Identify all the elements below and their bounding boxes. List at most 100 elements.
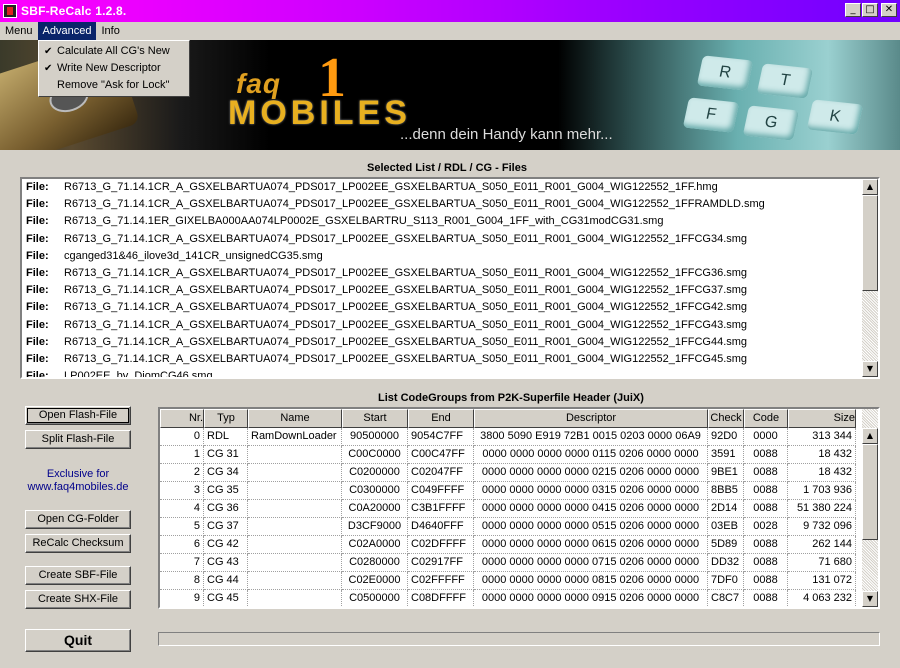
exclusive-link[interactable]: www.faq4mobiles.de [20, 481, 136, 494]
table-row[interactable]: 3 CG 35 C0300000 C049FFFF 0000 0000 0000 000… [160, 482, 856, 500]
file-row[interactable]: File: R6713_G_71.14.1CR_A_GSXELBARTUA074_… [22, 265, 878, 282]
cell-nr: 4 [160, 500, 204, 518]
column-header-nr[interactable]: Nr. [160, 409, 204, 428]
cell-size: 9 732 096 [788, 518, 856, 536]
menu-item-remove-ask-lock[interactable]: Remove "Ask for Lock" [39, 77, 189, 94]
menu-info[interactable]: Info [96, 22, 124, 40]
cell-descriptor: 0000 0000 0000 0000 0415 0206 0000 0000 [474, 500, 708, 518]
cell-nr: 9 [160, 590, 204, 607]
close-button[interactable]: ✕ [881, 3, 897, 17]
file-label: File: [26, 181, 49, 193]
cell-code: 0088 [744, 482, 788, 500]
cell-nr: 7 [160, 554, 204, 572]
codegroups-table[interactable]: Nr. Typ Name Start End Descriptor Check Code Siz… [158, 407, 880, 609]
scroll-thumb[interactable] [862, 444, 878, 540]
open-cg-folder-button[interactable]: Open CG-Folder [25, 510, 131, 529]
table-row[interactable]: 6 CG 42 C02A0000 C02DFFFF 0000 0000 0000 000… [160, 536, 856, 554]
banner-slogan: ...denn dein Handy kann mehr... [400, 126, 613, 143]
file-row[interactable]: File: R6713_G_71.14.1ER_GIXELBA000AA074LP… [22, 213, 878, 230]
file-list-scrollbar[interactable]: ▲ ▼ [862, 179, 878, 377]
file-label: File: [26, 232, 49, 245]
menu-item-calculate-all[interactable]: ✔ Calculate All CG's New [39, 43, 189, 60]
cell-check: 9BE1 [708, 464, 744, 482]
file-row[interactable]: File: R6713_G_71.14.1CR_A_GSXELBARTUA074_… [22, 334, 878, 351]
open-flash-file-button[interactable]: Open Flash-File [25, 406, 131, 425]
cell-name [248, 554, 342, 572]
column-header-name[interactable]: Name [248, 409, 342, 428]
column-header-typ[interactable]: Typ [204, 409, 248, 428]
file-name: R6713_G_71.14.1CR_A_GSXELBARTUA074_PDS01… [64, 266, 748, 279]
file-label: File: [26, 249, 49, 262]
column-header-code[interactable]: Code [744, 409, 788, 428]
cell-check: 03EB [708, 518, 744, 536]
table-scrollbar[interactable]: ▲ ▼ [862, 409, 878, 607]
cell-descriptor: 0000 0000 0000 0000 0515 0206 0000 0000 [474, 518, 708, 536]
cell-check: 7DF0 [708, 572, 744, 590]
cell-typ: CG 37 [204, 518, 248, 536]
cell-check: 2D14 [708, 500, 744, 518]
menu-item-label: Remove "Ask for Lock" [57, 79, 170, 91]
scroll-up-button[interactable]: ▲ [862, 428, 878, 444]
file-list[interactable]: File: R6713_G_71.14.1CR_A_GSXELBARTUA074_… [20, 177, 880, 379]
column-header-check[interactable]: Check [708, 409, 744, 428]
create-shx-file-button[interactable]: Create SHX-File [25, 590, 131, 609]
file-row[interactable]: File: R6713_G_71.14.1CR_A_GSXELBARTUA074_… [22, 299, 878, 316]
column-header-start[interactable]: Start [342, 409, 408, 428]
scroll-down-button[interactable]: ▼ [862, 591, 878, 607]
cell-code: 0028 [744, 518, 788, 536]
app-icon[interactable] [3, 4, 17, 18]
menu-advanced[interactable]: Advanced [37, 22, 97, 40]
column-header-descriptor[interactable]: Descriptor [474, 409, 708, 428]
scroll-up-button[interactable]: ▲ [862, 179, 878, 195]
scroll-thumb[interactable] [862, 195, 878, 291]
quit-button[interactable]: Quit [25, 629, 131, 652]
table-row[interactable]: 1 CG 31 C00C0000 C00C47FF 0000 0000 0000 000… [160, 446, 856, 464]
file-label: File: [26, 284, 49, 297]
cell-size: 262 144 [788, 536, 856, 554]
table-row[interactable]: 9 CG 45 C0500000 C08DFFFF 0000 0000 0000 000… [160, 590, 856, 607]
cell-code: 0088 [744, 590, 788, 607]
maximize-button[interactable]: □ [862, 3, 878, 17]
table-row[interactable]: 5 CG 37 D3CF9000 D4640FFF 0000 0000 0000 000… [160, 518, 856, 536]
table-row[interactable]: 8 CG 44 C02E0000 C02FFFFF 0000 0000 0000 000… [160, 572, 856, 590]
cell-start: C0200000 [342, 464, 408, 482]
file-row[interactable]: File: R6713_G_71.14.1CR_A_GSXELBARTUA074_… [22, 231, 878, 248]
file-row[interactable]: File: R6713_G_71.14.1CR_A_GSXELBARTUA074_… [22, 196, 878, 213]
advanced-menu-dropdown: ✔ Calculate All CG's New ✔ Write New Des… [38, 40, 190, 97]
cell-name [248, 518, 342, 536]
cell-name [248, 464, 342, 482]
cell-typ: CG 35 [204, 482, 248, 500]
table-row[interactable]: 2 CG 34 C0200000 C02047FF 0000 0000 0000 000… [160, 464, 856, 482]
cell-nr: 2 [160, 464, 204, 482]
table-row[interactable]: 0 RDL RamDownLoader 90500000 9054C7FF 3800 50… [160, 428, 856, 446]
file-row[interactable]: File: cganged31&46_ilove3d_141CR_unsigned… [22, 248, 878, 265]
title-bar[interactable]: SBF-ReCalc 1.2.8. _ □ ✕ [0, 0, 900, 22]
create-sbf-file-button[interactable]: Create SBF-File [25, 566, 131, 585]
table-row[interactable]: 7 CG 43 C0280000 C02917FF 0000 0000 0000 000… [160, 554, 856, 572]
menu-item-write-descriptor[interactable]: ✔ Write New Descriptor [39, 60, 189, 77]
cell-name: RamDownLoader [248, 428, 342, 446]
cell-check: 3591 [708, 446, 744, 464]
minimize-button[interactable]: _ [845, 3, 861, 17]
split-flash-file-button[interactable]: Split Flash-File [25, 430, 131, 449]
file-row[interactable]: File: LP002EE_by_DiomCG46.smg [22, 368, 878, 379]
file-name: LP002EE_by_DiomCG46.smg [64, 370, 213, 379]
menu-item-label: Calculate All CG's New [57, 45, 170, 57]
menu-bar: Menu Advanced Info [0, 22, 900, 40]
cell-descriptor: 0000 0000 0000 0000 0715 0206 0000 0000 [474, 554, 708, 572]
table-row[interactable]: 4 CG 36 C0A20000 C3B1FFFF 0000 0000 0000 000… [160, 500, 856, 518]
file-row[interactable]: File: R6713_G_71.14.1CR_A_GSXELBARTUA074_… [22, 317, 878, 334]
menu-menu[interactable]: Menu [0, 22, 38, 40]
file-label: File: [26, 318, 49, 331]
file-row[interactable]: File: R6713_G_71.14.1CR_A_GSXELBARTUA074_… [22, 351, 878, 368]
cell-start: C0500000 [342, 590, 408, 607]
cell-size: 18 432 [788, 464, 856, 482]
file-row[interactable]: File: R6713_G_71.14.1CR_A_GSXELBARTUA074_… [22, 179, 878, 196]
file-row[interactable]: File: R6713_G_71.14.1CR_A_GSXELBARTUA074_… [22, 282, 878, 299]
recalc-checksum-button[interactable]: ReCalc Checksum [25, 534, 131, 553]
column-header-size[interactable]: Size [788, 409, 856, 428]
cell-code: 0088 [744, 446, 788, 464]
column-header-end[interactable]: End [408, 409, 474, 428]
cell-nr: 3 [160, 482, 204, 500]
scroll-down-button[interactable]: ▼ [862, 361, 878, 377]
